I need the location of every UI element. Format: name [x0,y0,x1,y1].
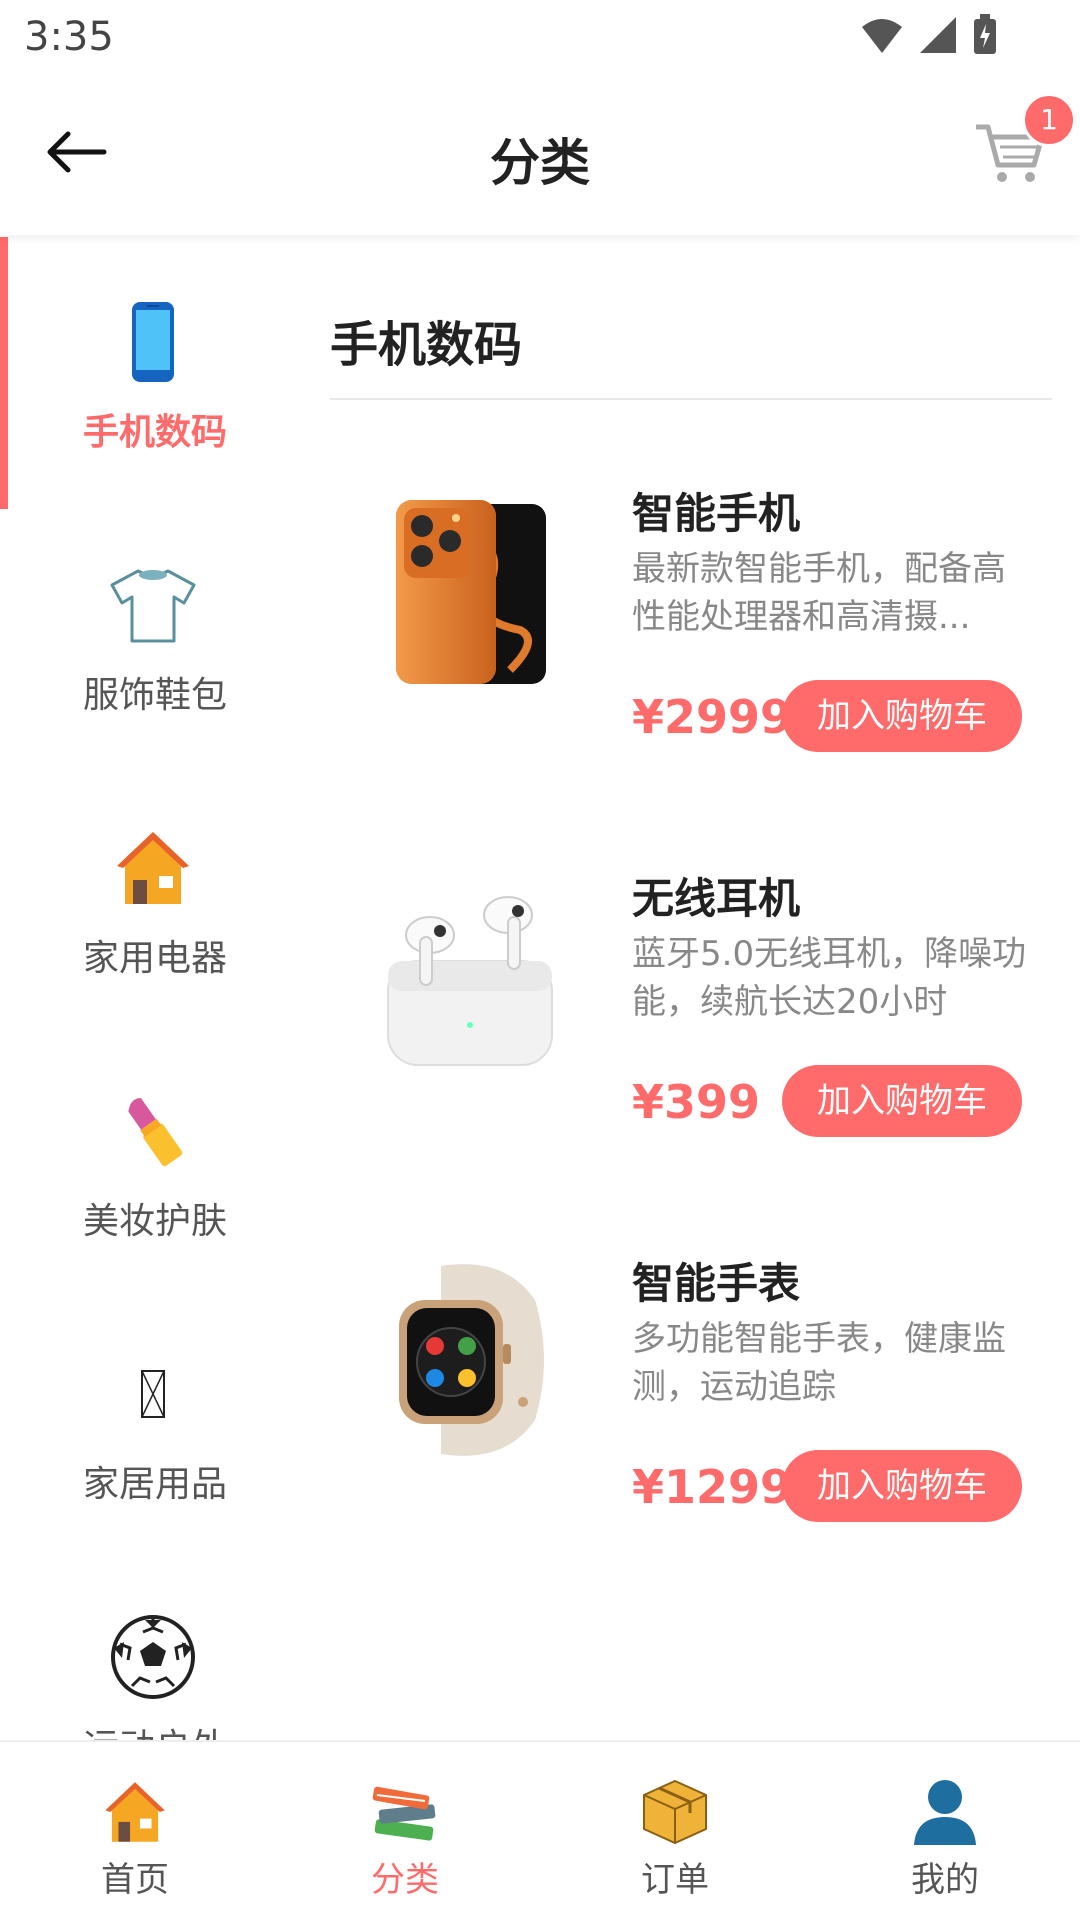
user-icon [905,1772,985,1852]
lipstick-icon [105,1086,201,1176]
product-card[interactable]: 智能手机 最新款智能手机，配备高性能处理器和高清摄... ¥2999 加入购物车 [330,489,1050,790]
product-price: ¥2999 [632,690,793,744]
product-description: 多功能智能手表，健康监测，运动追踪 [632,1319,1006,1407]
product-panel: 手机数码 智能手机 最新款智能手机，配备高性能处理器和高清摄... ¥2999 … [330,235,1052,1735]
product-image-smartwatch [380,1260,560,1460]
product-description: 蓝牙5.0无线耳机，降噪功能，续航长达20小时 [632,934,1027,1022]
box-icon [635,1772,715,1852]
tab-label: 订单 [641,1860,709,1900]
status-bar: 3:35 [0,0,1080,75]
add-to-cart-button[interactable]: 加入购物车 [782,1450,1022,1522]
product-name: 智能手机 [632,489,801,538]
tab-category[interactable]: 分类 [270,1742,540,1922]
missing-glyph-icon [105,1349,201,1439]
tab-label: 首页 [101,1860,169,1900]
books-icon [365,1772,445,1852]
add-to-cart-button[interactable]: 加入购物车 [782,680,1022,752]
page-title: 分类 [490,134,590,192]
sidebar-item-label: 服饰鞋包 [82,675,227,716]
product-card[interactable]: 智能手表 多功能智能手表，健康监测，运动追踪 ¥1299 加入购物车 [330,1259,1050,1560]
signal-icon [920,17,956,53]
status-icons [860,14,998,56]
wifi-icon [862,19,902,53]
sidebar-item-home-goods[interactable]: 家居用品 [0,1287,310,1550]
tshirt-icon [105,560,201,650]
status-time: 3:35 [24,14,114,60]
house-icon [95,1772,175,1852]
section-divider [330,398,1052,400]
product-name: 无线耳机 [632,874,801,923]
product-name: 智能手表 [632,1259,801,1308]
section-title: 手机数码 [330,317,523,373]
product-card[interactable]: 无线耳机 蓝牙5.0无线耳机，降噪功能，续航长达20小时 ¥399 加入购物车 [330,874,1050,1175]
category-sidebar: 手机数码 服饰鞋包 家用电器 美妆护肤 家居用品 运动户外 [0,235,310,1740]
battery-icon [974,14,996,54]
sidebar-item-beauty[interactable]: 美妆护肤 [0,1024,310,1287]
soccer-ball-icon [105,1612,201,1702]
tab-profile[interactable]: 我的 [810,1742,1080,1922]
sidebar-item-label: 家用电器 [82,938,227,979]
sidebar-item-label: 美妆护肤 [82,1201,227,1242]
active-indicator [0,237,8,509]
sidebar-item-sports[interactable]: 运动户外 [0,1550,310,1740]
product-image-smartphone [380,490,560,690]
add-to-cart-button[interactable]: 加入购物车 [782,1065,1022,1137]
top-app-bar: 分类 1 [0,75,1080,235]
tab-home[interactable]: 首页 [0,1742,270,1922]
tab-orders[interactable]: 订单 [540,1742,810,1922]
tab-label: 分类 [371,1860,439,1900]
bottom-navigation: 首页 分类 订单 我的 [0,1740,1080,1922]
tab-label: 我的 [911,1860,979,1900]
product-price: ¥1299 [632,1460,793,1514]
sidebar-item-appliances[interactable]: 家用电器 [0,761,310,1024]
house-icon [105,823,201,913]
product-price: ¥399 [632,1075,761,1129]
sidebar-item-label: 运动户外 [0,1718,310,1740]
product-description: 最新款智能手机，配备高性能处理器和高清摄... [632,549,1006,637]
sidebar-item-clothing[interactable]: 服饰鞋包 [0,498,310,761]
product-image-earbuds [380,875,560,1075]
sidebar-item-label: 家居用品 [82,1464,227,1505]
sidebar-item-label: 手机数码 [82,412,227,453]
phone-icon [105,297,201,387]
cart-badge: 1 [1022,93,1076,147]
sidebar-item-phones[interactable]: 手机数码 [0,235,310,509]
